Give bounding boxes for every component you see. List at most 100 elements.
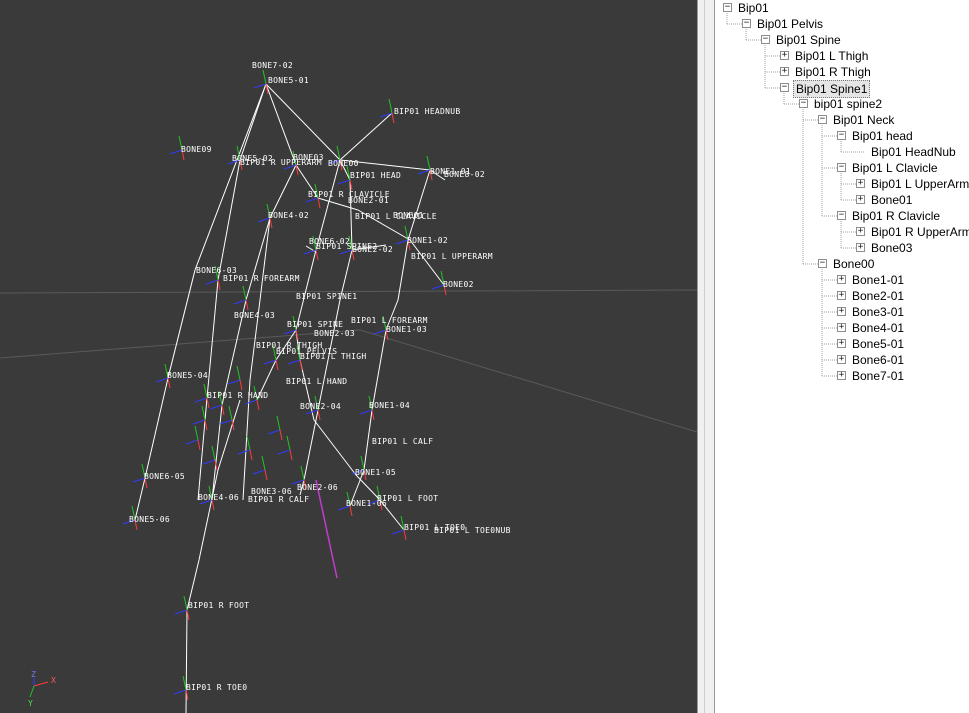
expand-toggle[interactable]: + [856,195,865,204]
gizmo-z-axis [202,459,216,465]
tree-item-label[interactable]: Bip01 L Thigh [793,48,870,64]
axis-z-label: Z [31,670,36,679]
collapse-toggle[interactable]: − [780,83,789,92]
expand-toggle[interactable]: + [837,355,846,364]
gizmo-x-axis [279,429,283,441]
tree-item-label[interactable]: Bip01 L Clavicle [850,160,940,176]
tree-item-label[interactable]: Bone3-01 [850,304,906,320]
expand-toggle[interactable]: + [856,243,865,252]
panel-splitter[interactable] [697,0,715,713]
tree-item-label[interactable]: Bip01 head [850,128,915,144]
gizmo-x-axis [256,399,260,411]
expand-toggle[interactable]: + [856,179,865,188]
bone-label: BONE4-06 [198,493,239,502]
gizmo-z-axis [373,329,387,335]
gizmo-z-axis [391,529,405,535]
bone-segment [339,112,393,161]
expand-toggle[interactable]: + [837,307,846,316]
bone-label: BIP01 R HAND [207,391,268,400]
gizmo-y-axis [236,365,241,381]
gizmo-z-axis [173,689,187,695]
gizmo-z-axis [287,359,301,365]
tree-item-label[interactable]: bip01 spine2 [812,96,884,112]
bone-label: BIP01 L UPPERARM [411,252,493,261]
gizmo-y-axis [211,445,216,461]
collapse-toggle[interactable]: − [723,3,732,12]
bone-label: BIP01 HEAD [350,171,401,180]
gizmo-z-axis [359,409,373,415]
tree-item-label[interactable]: Bone01 [869,192,914,208]
tree-item-label[interactable]: Bip01 R Thigh [793,64,873,80]
bone-label: BONE2-02 [352,245,393,254]
tree-item-label[interactable]: Bone2-01 [850,288,906,304]
gizmo-z-axis [194,397,208,403]
tree-item-label[interactable]: Bone00 [831,256,876,272]
gizmo-z-axis [192,419,206,425]
bone-label: BIP01 L CLAVICLE [355,212,437,221]
bone-label: BIP01 L THIGH [300,352,367,361]
collapse-toggle[interactable]: − [761,35,770,44]
expand-toggle[interactable]: + [837,371,846,380]
selected-bone [315,479,338,579]
bone-segment [144,377,169,479]
gizmo-y-axis [261,455,266,471]
tree-item-label[interactable]: Bip01 R UpperArm [869,224,969,240]
gizmo-y-axis [183,595,188,611]
gizmo-z-axis [417,169,431,175]
collapse-toggle[interactable]: − [837,131,846,140]
bone-label: BONE1-06 [346,499,387,508]
tree-item-label[interactable]: Bone4-01 [850,320,906,336]
tree-item-label[interactable]: Bip01 HeadNub [869,144,958,160]
gizmo-x-axis [245,299,249,311]
tree-item-label[interactable]: Bip01 L UpperArm [869,176,969,192]
gizmo-z-axis [277,449,291,455]
tree-item-label[interactable]: Bone7-01 [850,368,906,384]
tree-item-label[interactable]: Bone5-01 [850,336,906,352]
expand-toggle[interactable]: + [837,339,846,348]
gizmo-z-axis [174,609,188,615]
gizmo-x-axis [239,379,243,391]
tree-item-label[interactable]: Bip01 Pelvis [755,16,825,32]
collapse-toggle[interactable]: − [742,19,751,28]
collapse-toggle[interactable]: − [818,115,827,124]
bone-segment [134,477,146,521]
tree-item-label[interactable]: Bip01 Neck [831,112,896,128]
gizmo-z-axis [205,279,219,285]
expand-toggle[interactable]: + [780,51,789,60]
tree-item-label[interactable]: Bone6-01 [850,352,906,368]
tree-item-label[interactable]: Bone03 [869,240,914,256]
expand-toggle[interactable]: + [780,67,789,76]
gizmo-z-axis [337,179,351,185]
bone-label: BONE4-03 [234,311,275,320]
tree-item-label[interactable]: Bone1-01 [850,272,906,288]
expand-toggle[interactable]: + [837,323,846,332]
3d-viewport[interactable]: BONE7-02 BONE5-01 BIP01 HEADNUB BONE09 BONE5… [0,0,697,713]
gizmo-z-axis [244,399,258,405]
tree-item-label[interactable]: Bip01 Spine [774,32,843,48]
hierarchy-tree[interactable]: − Bip01− Bip01 Pelvis − Bip01 Spine + Bip01 L … [715,0,969,713]
gizmo-x-axis [299,359,303,371]
collapse-toggle[interactable]: − [799,99,808,108]
expand-toggle[interactable]: + [837,291,846,300]
collapse-toggle[interactable]: − [818,259,827,268]
bone-segment [206,279,219,399]
bone-labels: BONE7-02 BONE5-01 BIP01 HEADNUB BONE09 BONE5… [129,61,510,692]
tree-item-label[interactable]: Bip01 [736,0,771,16]
expand-toggle[interactable]: + [837,275,846,284]
gizmo-y-axis [388,98,393,114]
bone-label: BIP01 SPINE [287,320,343,329]
gizmo-z-axis [237,449,251,455]
tree-item-label[interactable]: Bip01 R Clavicle [850,208,942,224]
collapse-toggle[interactable]: − [837,211,846,220]
bone-label: BONE1-02 [407,236,448,245]
bone-segment [371,329,387,411]
expand-toggle[interactable]: + [856,227,865,236]
gizmo-x-axis [249,449,253,461]
bone-label: BIP01 L HAND [286,377,347,386]
bone-label: BIP01 R FOOT [188,601,249,610]
bone-label: BONE2-06 [297,483,338,492]
collapse-toggle[interactable]: − [837,163,846,172]
bone-label: BIP01 R FOREARM [223,274,300,283]
bone-label: BIP01 L FOREARM [351,316,428,325]
bone-label: BONE2-04 [300,402,341,411]
